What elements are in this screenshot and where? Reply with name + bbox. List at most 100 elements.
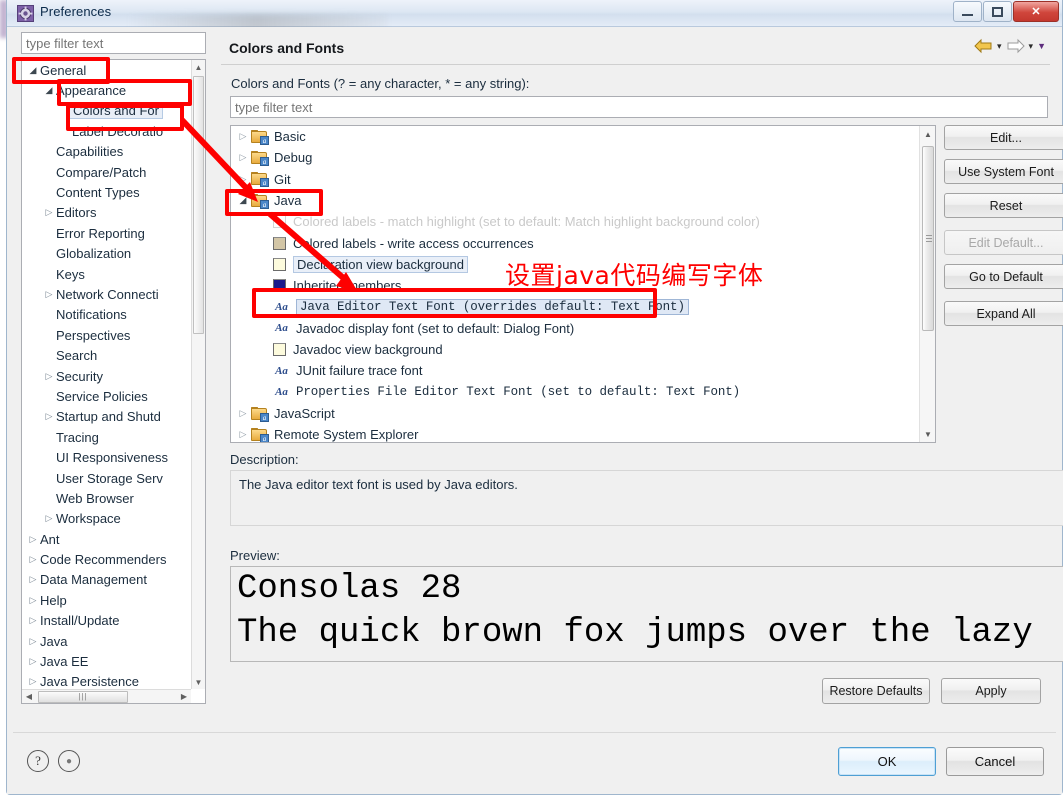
collapsed-arrow-icon[interactable]: ▷ xyxy=(235,429,251,440)
collapsed-arrow-icon[interactable]: ▷ xyxy=(26,555,40,564)
collapsed-arrow-icon[interactable]: ▷ xyxy=(235,408,251,419)
maximize-button[interactable] xyxy=(983,1,1012,22)
close-button[interactable]: ✕ xyxy=(1013,1,1059,22)
pref-tree-item[interactable]: Content Types xyxy=(22,182,194,202)
colors-fonts-tree-item[interactable]: Aa JUnit failure trace font xyxy=(231,360,918,381)
main-scroll-down-icon[interactable]: ▼ xyxy=(921,426,935,442)
tree-action-buttons: Edit... Use System Font Reset Edit Default.… xyxy=(944,125,1063,335)
pref-tree-item[interactable]: Compare/Patch xyxy=(22,162,194,182)
left-filter-input[interactable] xyxy=(21,32,206,54)
left-tree-horizontal-scrollbar[interactable]: ◀ ||| ▶ xyxy=(22,689,191,703)
pref-tree-item[interactable]: ▷ Data Management xyxy=(22,570,194,590)
collapsed-arrow-icon[interactable]: ▷ xyxy=(26,575,40,584)
pref-tree-item[interactable]: ▷ Install/Update xyxy=(22,611,194,631)
expanded-arrow-icon[interactable]: ◢ xyxy=(26,65,40,75)
apply-button[interactable]: Apply xyxy=(941,678,1041,704)
use-system-font-button[interactable]: Use System Font xyxy=(944,159,1063,184)
collapsed-arrow-icon[interactable]: ▷ xyxy=(26,636,40,646)
scroll-down-icon[interactable]: ▼ xyxy=(192,675,205,689)
colors-fonts-tree-item[interactable]: Aa Properties File Editor Text Font (set … xyxy=(231,382,918,403)
main-tree-vertical-scrollbar[interactable]: ▲ ▼ xyxy=(919,126,935,442)
pref-tree-item[interactable]: ▷ Workspace xyxy=(22,509,194,529)
cancel-button[interactable]: Cancel xyxy=(946,747,1044,776)
reset-button[interactable]: Reset xyxy=(944,193,1063,218)
expanded-arrow-icon[interactable]: ◢ xyxy=(235,195,251,206)
scroll-right-icon[interactable]: ▶ xyxy=(177,692,191,701)
pref-tree-item[interactable]: Label Decoratio xyxy=(22,121,194,141)
go-to-default-button[interactable]: Go to Default xyxy=(944,264,1063,289)
pref-tree-item[interactable]: Web Browser xyxy=(22,488,194,508)
colors-fonts-tree-item[interactable]: ◢ a Java xyxy=(231,190,918,211)
collapsed-arrow-icon[interactable]: ▷ xyxy=(235,174,251,185)
collapsed-arrow-icon[interactable]: ▷ xyxy=(235,152,251,163)
colors-fonts-tree-item[interactable]: ▷ a Basic xyxy=(231,126,918,147)
pref-tree-item[interactable]: ▷ Security xyxy=(22,366,194,386)
font-aa-icon: Aa xyxy=(275,301,288,314)
collapsed-arrow-icon[interactable]: ▷ xyxy=(42,371,56,381)
pref-tree-item[interactable]: Notifications xyxy=(22,305,194,325)
view-menu-caret[interactable]: ▼ xyxy=(1037,41,1046,51)
pref-tree-item[interactable]: Search xyxy=(22,345,194,365)
collapsed-arrow-icon[interactable]: ▷ xyxy=(26,534,40,544)
back-dropdown-caret[interactable]: ▾ xyxy=(997,41,1002,52)
main-scroll-up-icon[interactable]: ▲ xyxy=(921,126,935,142)
pref-tree-item[interactable]: ◢ Appearance xyxy=(22,80,194,100)
pref-tree-item[interactable]: ▷ Editors xyxy=(22,203,194,223)
left-scroll-thumb[interactable] xyxy=(193,76,204,334)
preferences-tree[interactable]: ◢ General ◢ Appearance Colors and For Label… xyxy=(21,59,206,704)
colors-fonts-tree-item[interactable]: Aa Javadoc display font (set to default: … xyxy=(231,318,918,339)
pref-tree-item[interactable]: ▷ Java EE xyxy=(22,651,194,671)
collapsed-arrow-icon[interactable]: ▷ xyxy=(26,616,40,625)
collapsed-arrow-icon[interactable]: ▷ xyxy=(42,208,56,217)
pref-tree-item[interactable]: Service Policies xyxy=(22,386,194,406)
pref-tree-item[interactable]: Error Reporting xyxy=(22,223,194,243)
pref-tree-item[interactable]: Tracing xyxy=(22,427,194,447)
colors-fonts-tree-item[interactable]: Aa Java Editor Text Font (overrides defau… xyxy=(231,296,918,317)
pref-tree-item[interactable]: ▷ Startup and Shutd xyxy=(22,407,194,427)
expand-all-button[interactable]: Expand All xyxy=(944,301,1063,326)
main-scroll-thumb[interactable] xyxy=(922,146,934,331)
pref-tree-item[interactable]: ▷ Code Recommenders xyxy=(22,549,194,569)
collapsed-arrow-icon[interactable]: ▷ xyxy=(26,595,40,605)
expanded-arrow-icon[interactable]: ◢ xyxy=(42,86,56,95)
collapsed-arrow-icon[interactable]: ▷ xyxy=(42,289,56,299)
forward-dropdown-caret[interactable]: ▾ xyxy=(1029,41,1034,52)
back-arrow-icon[interactable] xyxy=(974,38,993,54)
scroll-left-icon[interactable]: ◀ xyxy=(22,692,36,701)
collapsed-arrow-icon[interactable]: ▷ xyxy=(26,657,40,666)
colors-fonts-tree-item[interactable]: Javadoc view background xyxy=(231,339,918,360)
pref-tree-item[interactable]: Colors and For xyxy=(22,101,194,121)
collapsed-arrow-icon[interactable]: ▷ xyxy=(235,131,251,142)
minimize-button[interactable] xyxy=(953,1,982,22)
left-tree-vertical-scrollbar[interactable]: ▲ ▼ xyxy=(191,60,205,689)
colors-fonts-tree-item[interactable]: Colored labels - match highlight (set to… xyxy=(231,211,918,232)
pref-tree-item[interactable]: UI Responsiveness xyxy=(22,447,194,467)
pref-tree-item[interactable]: Perspectives xyxy=(22,325,194,345)
restore-defaults-button[interactable]: Restore Defaults xyxy=(822,678,930,704)
scroll-up-icon[interactable]: ▲ xyxy=(192,60,205,74)
collapsed-arrow-icon[interactable]: ▷ xyxy=(42,514,56,523)
colors-fonts-tree-item[interactable]: ▷ a Debug xyxy=(231,147,918,168)
edit-button[interactable]: Edit... xyxy=(944,125,1063,150)
colors-fonts-tree-item[interactable]: ▷ a Git xyxy=(231,169,918,190)
colors-fonts-tree-item[interactable]: Colored labels - write access occurrence… xyxy=(231,232,918,253)
help-icon[interactable]: ? xyxy=(27,750,49,772)
pref-tree-item[interactable]: Globalization xyxy=(22,244,194,264)
forward-arrow-icon[interactable] xyxy=(1006,38,1025,54)
pref-tree-item[interactable]: ▷ Ant xyxy=(22,529,194,549)
pref-tree-item[interactable]: ▷ Help xyxy=(22,590,194,610)
pref-tree-item[interactable]: ▷ Java xyxy=(22,631,194,651)
colors-fonts-tree-item[interactable]: ▷ a Remote System Explorer xyxy=(231,424,918,442)
pref-tree-item[interactable]: ◢ General xyxy=(22,60,194,80)
pin-icon[interactable]: ● xyxy=(58,750,80,772)
collapsed-arrow-icon[interactable]: ▷ xyxy=(26,677,40,686)
left-hscroll-thumb[interactable]: ||| xyxy=(38,690,128,703)
pref-tree-item[interactable]: Keys xyxy=(22,264,194,284)
pref-tree-item[interactable]: User Storage Serv xyxy=(22,468,194,488)
colors-fonts-tree-item[interactable]: ▷ a JavaScript xyxy=(231,403,918,424)
collapsed-arrow-icon[interactable]: ▷ xyxy=(42,412,56,421)
pref-tree-item[interactable]: Capabilities xyxy=(22,142,194,162)
pref-tree-item[interactable]: ▷ Network Connecti xyxy=(22,284,194,304)
colors-fonts-filter-input[interactable] xyxy=(230,96,1048,118)
ok-button[interactable]: OK xyxy=(838,747,936,776)
